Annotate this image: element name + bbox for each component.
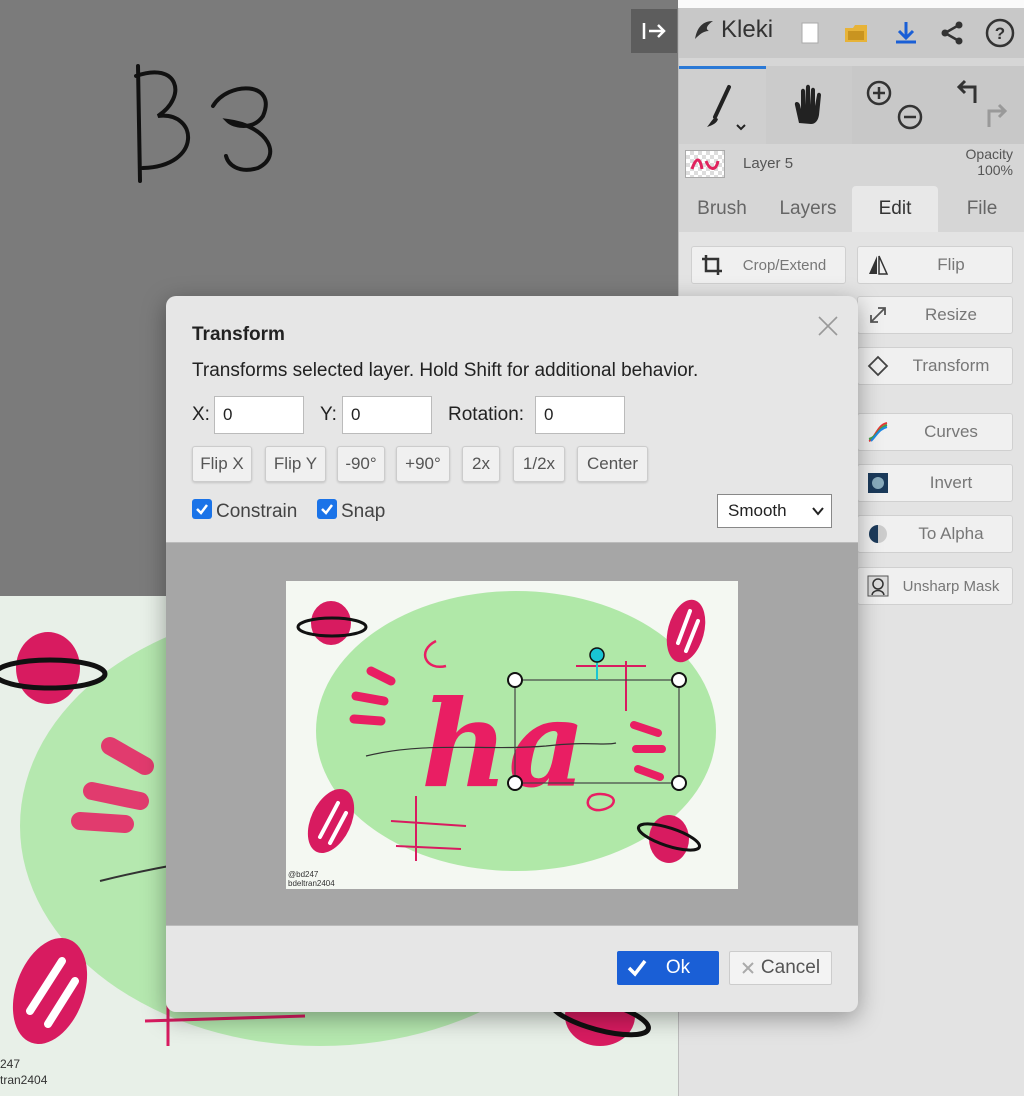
resize-label: Resize	[925, 305, 977, 324]
crop-extend-button[interactable]: Crop/Extend	[691, 246, 846, 284]
x-input[interactable]	[214, 396, 304, 434]
invert-icon	[866, 471, 890, 495]
help-icon[interactable]: ?	[985, 18, 1015, 48]
scale-half-button[interactable]: 1/2x	[513, 446, 565, 482]
checkmark-icon	[321, 504, 333, 515]
hand-icon	[794, 84, 821, 124]
layer-info: Layer 5 Opacity 100%	[679, 144, 1024, 186]
close-icon[interactable]	[816, 314, 840, 338]
transform-label: Transform	[912, 356, 990, 375]
zoom-in-icon[interactable]	[866, 80, 892, 106]
kleki-logo-icon	[695, 21, 713, 39]
flip-icon	[866, 253, 890, 277]
snap-checkbox[interactable]	[317, 499, 337, 519]
share-icon[interactable]	[937, 18, 967, 48]
tool-row	[679, 66, 1024, 144]
ok-button[interactable]: Ok	[617, 951, 719, 985]
app-header: Kleki ?	[679, 8, 1024, 58]
curves-label: Curves	[924, 422, 978, 441]
tab-row: Brush Layers Edit File	[679, 186, 1024, 232]
collapse-arrow-icon	[642, 23, 666, 39]
transform-icon	[866, 354, 890, 378]
rotate-plus-90-button[interactable]: +90°	[396, 446, 450, 482]
crop-extend-label: Crop/Extend	[742, 256, 827, 274]
open-folder-icon[interactable]	[841, 18, 871, 48]
flip-x-button[interactable]: Flip X	[192, 446, 252, 482]
transform-preview-area: ha @bd247 bdeltran2404	[166, 542, 858, 926]
layer-name: Layer 5	[743, 155, 794, 172]
invert-label: Invert	[929, 473, 973, 492]
transform-preview-canvas[interactable]: ha @bd247 bdeltran2404	[286, 581, 738, 889]
scribble-drawing	[134, 64, 273, 183]
opacity-label: Opacity	[965, 146, 1013, 162]
unsharp-mask-label: Unsharp Mask	[902, 577, 1000, 595]
unsharp-mask-icon	[866, 574, 890, 598]
ok-label: Ok	[665, 957, 691, 978]
tab-edit[interactable]: Edit	[852, 186, 938, 232]
brush-icon	[706, 84, 746, 130]
opacity-value: 100%	[977, 162, 1013, 178]
transform-dialog: Transform Transforms selected layer. Hol…	[166, 296, 858, 1012]
canvas-signature-line-2: tran2404	[0, 1073, 48, 1087]
to-alpha-icon	[866, 522, 890, 546]
chevron-down-icon	[812, 507, 824, 516]
invert-button[interactable]: Invert	[857, 464, 1013, 502]
flip-button[interactable]: Flip	[857, 246, 1013, 284]
svg-text:?: ?	[995, 24, 1005, 43]
curves-icon	[866, 420, 890, 444]
layer-opacity[interactable]: Opacity 100%	[966, 146, 1013, 178]
tab-layers[interactable]: Layers	[765, 186, 851, 232]
undo-redo-tools	[938, 66, 1024, 144]
to-alpha-button[interactable]: To Alpha	[857, 515, 1013, 553]
dialog-description: Transforms selected layer. Hold Shift fo…	[192, 360, 699, 381]
y-input[interactable]	[342, 396, 432, 434]
collapse-panel-button[interactable]	[631, 9, 677, 53]
rotation-label: Rotation:	[448, 404, 525, 425]
zoom-out-icon[interactable]	[897, 104, 923, 130]
x-label: X:	[192, 404, 210, 425]
curves-button[interactable]: Curves	[857, 413, 1013, 451]
to-alpha-label: To Alpha	[918, 524, 984, 543]
scale-2x-button[interactable]: 2x	[462, 446, 500, 482]
rotation-input[interactable]	[535, 396, 625, 434]
tab-file[interactable]: File	[939, 186, 1024, 232]
flip-label: Flip	[937, 255, 965, 274]
checkmark-icon	[196, 504, 208, 515]
center-button[interactable]: Center	[577, 446, 648, 482]
download-icon[interactable]	[891, 18, 921, 48]
layer-thumbnail[interactable]	[685, 150, 725, 178]
canvas-signature-line-1: 247	[0, 1057, 21, 1071]
new-file-icon[interactable]	[795, 18, 825, 48]
rotate-minus-90-button[interactable]: -90°	[337, 446, 385, 482]
crop-icon	[700, 253, 724, 277]
preview-signature-line-1: @bd247	[288, 870, 319, 879]
tab-brush[interactable]: Brush	[679, 186, 765, 232]
snap-label[interactable]: Snap	[341, 501, 385, 523]
y-label: Y:	[320, 404, 337, 425]
unsharp-mask-button[interactable]: Unsharp Mask	[857, 567, 1013, 605]
constrain-checkbox[interactable]	[192, 499, 212, 519]
close-icon	[742, 962, 754, 974]
preview-signature-line-2: bdeltran2404	[288, 879, 335, 888]
cancel-label: Cancel	[760, 957, 821, 978]
transform-button[interactable]: Transform	[857, 347, 1013, 385]
hand-tool[interactable]	[766, 66, 852, 144]
interpolation-select[interactable]: Smooth	[717, 494, 832, 528]
app-logo[interactable]: Kleki	[691, 16, 773, 44]
flip-y-button[interactable]: Flip Y	[265, 446, 326, 482]
checkmark-icon	[627, 959, 647, 977]
resize-button[interactable]: Resize	[857, 296, 1013, 334]
app-name: Kleki	[721, 16, 774, 43]
zoom-tools	[852, 66, 938, 144]
cancel-button[interactable]: Cancel	[729, 951, 832, 985]
resize-icon	[866, 303, 890, 327]
constrain-label[interactable]: Constrain	[216, 501, 297, 523]
redo-icon[interactable]	[987, 103, 1007, 127]
undo-icon[interactable]	[956, 79, 976, 103]
brush-tool[interactable]	[679, 66, 766, 144]
interpolation-value: Smooth	[728, 501, 787, 520]
dialog-title: Transform	[192, 324, 285, 345]
